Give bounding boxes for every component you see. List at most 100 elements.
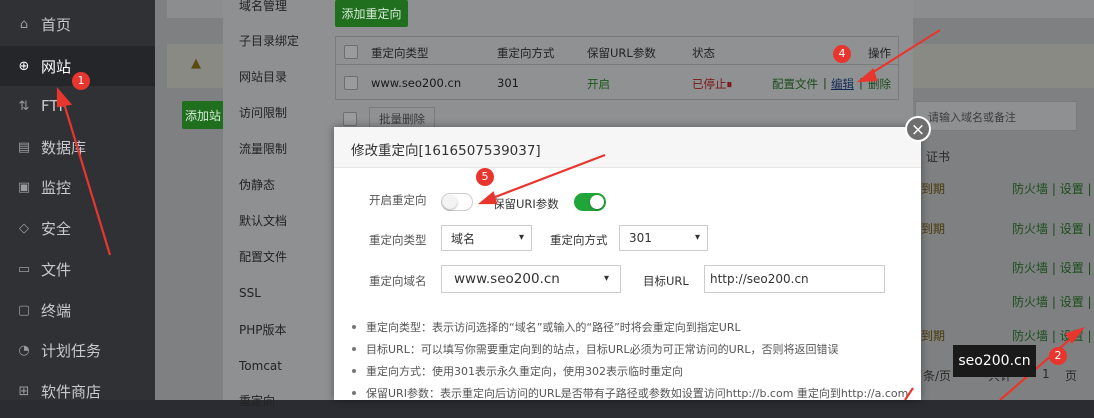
row-method: 301 (497, 76, 519, 90)
nav-item-label: 监控 (41, 178, 72, 197)
row-delete-link[interactable]: 删除 (868, 76, 891, 92)
submenu-php[interactable]: PHP版本 (223, 311, 319, 347)
col-header: 操作 (868, 46, 891, 60)
tip-item: 重定向方式：使用301表示永久重定向，使用302表示临时重定向 (366, 365, 683, 378)
col-header: 状态 (692, 46, 715, 60)
row-actions[interactable]: 防火墙 | 设置 | (1012, 293, 1092, 310)
nav-item-database[interactable]: ▤ 数据库 (0, 127, 155, 167)
row-config-link[interactable]: 配置文件 (772, 76, 818, 92)
clock-icon: ◔ (18, 342, 30, 358)
nav-item-cron[interactable]: ◔ 计划任务 (0, 330, 155, 370)
home-icon: ⌂ (19, 16, 29, 32)
row-keep-params: 开启 (587, 77, 610, 91)
submenu-domain[interactable]: 域名管理 (223, 0, 319, 23)
nav-item-label: 终端 (41, 301, 72, 320)
target-url-label: 目标URL (643, 274, 689, 288)
folder-icon: ▭ (17, 261, 31, 277)
tip-item: 重定向类型：表示访问选择的“域名”或输入的“路径”时将会重定向到指定URL (366, 321, 741, 334)
annotation-badge-1: 1 (72, 72, 90, 90)
site-settings-menu: 域名管理 子目录绑定 网站目录 访问限制 流量限制 伪静态 默认文档 配置文件 … (223, 0, 319, 408)
submenu-default-doc[interactable]: 默认文档 (223, 202, 319, 238)
add-site-button[interactable]: 添加站 (182, 101, 224, 129)
nav-item-label: FTP (41, 97, 68, 115)
row-status: 到期 (921, 222, 946, 236)
annotation-badge-4: 4 (833, 45, 851, 63)
target-url-input[interactable]: http://seo200.cn (704, 265, 885, 293)
select-all-checkbox[interactable] (344, 45, 358, 59)
sidebar-nav: ⌂ 首页 ⊕ 网站 ⇅ FTP ▤ 数据库 ▣ 监控 ◇ 安全 ▭ 文件 ▢ 终端 ◔ 计划任务 … (0, 0, 155, 401)
page-number[interactable]: 1 (1042, 367, 1050, 381)
row-actions[interactable]: 防火墙 | 设置 | (1012, 180, 1092, 197)
edit-redirect-modal: 修改重定向[1616507539037] (334, 127, 921, 400)
close-icon[interactable]: × (905, 116, 931, 142)
nav-item-ftp[interactable]: ⇅ FTP (0, 86, 155, 126)
redirect-domain-select[interactable]: www.seo200.cn ▾ (441, 265, 621, 293)
caret-down-icon: ▾ (603, 273, 609, 284)
tip-item: 目标URL：可以填写你需要重定向到的站点，目标URL必须为可正常访问的URL，否… (366, 343, 839, 356)
row-status: 到期 (921, 329, 946, 343)
row-edit-link[interactable]: 编辑 (831, 76, 854, 92)
row-status: 到期 (921, 182, 946, 196)
submenu-rewrite[interactable]: 伪静态 (223, 166, 319, 202)
page-size: 条/页 (923, 369, 952, 383)
monitor-icon: ▣ (17, 179, 31, 195)
database-icon: ▤ (17, 139, 31, 155)
nav-item-label: 软件商店 (41, 382, 102, 401)
modal-header: 修改重定向[1616507539037] (334, 127, 921, 168)
nav-item-label: 计划任务 (41, 341, 102, 360)
submenu-redirect[interactable]: 重定向 (223, 382, 319, 418)
chevron-down-icon: ▾ (694, 232, 700, 243)
col-header: 保留URL参数 (587, 46, 656, 60)
watermark: seo200.cn (953, 345, 1036, 377)
row-actions[interactable]: 防火墙 | 设置 | (1012, 220, 1092, 237)
chevron-down-icon: ▾ (518, 232, 524, 243)
annotation-badge-5: 5 (476, 168, 494, 186)
nav-item-files[interactable]: ▭ 文件 (0, 249, 155, 289)
pause-icon: ⏸ (726, 77, 733, 91)
nav-item-monitor[interactable]: ▣ 监控 (0, 167, 155, 207)
shield-icon: ◇ (19, 220, 29, 236)
apps-icon: ⊞ (18, 383, 30, 399)
nav-item-store[interactable]: ⊞ 软件商店 (0, 371, 155, 411)
nav-item-label: 安全 (41, 219, 72, 238)
submenu-subdir[interactable]: 子目录绑定 (223, 22, 319, 58)
nav-item-home[interactable]: ⌂ 首页 (0, 4, 155, 44)
nav-item-terminal[interactable]: ▢ 终端 (0, 290, 155, 330)
redirect-domain-label: 重定向域名 (369, 274, 427, 288)
nav-item-security[interactable]: ◇ 安全 (0, 208, 155, 248)
batch-checkbox[interactable] (343, 112, 357, 126)
submenu-tomcat[interactable]: Tomcat (223, 348, 319, 384)
row-actions[interactable]: 防火墙 | 设置 | (1012, 259, 1092, 276)
submenu-config[interactable]: 配置文件 (223, 238, 319, 274)
submenu-access-limit[interactable]: 访问限制 (223, 94, 319, 130)
col-header: 重定向方式 (497, 46, 555, 60)
nav-item-label: 网站 (41, 57, 72, 76)
keep-uri-label: 保留URI参数 (493, 197, 559, 211)
cert-column-header: 证书 (926, 150, 951, 164)
row-actions[interactable]: 防火墙 | 设置 | (1012, 327, 1092, 344)
ftp-icon: ⇅ (18, 98, 30, 114)
row-checkbox[interactable] (344, 76, 358, 90)
nav-item-label: 文件 (41, 260, 72, 279)
annotation-badge-2: 2 (1049, 347, 1067, 365)
redirect-method-select[interactable]: 301 ▾ (619, 225, 708, 251)
keep-uri-toggle[interactable] (574, 193, 606, 211)
submenu-traffic-limit[interactable]: 流量限制 (223, 130, 319, 166)
search-input-placeholder[interactable]: 请输入域名或备注 (928, 109, 1016, 125)
redirect-type-select[interactable]: 域名 ▾ (441, 225, 532, 251)
terminal-icon: ▢ (17, 302, 31, 318)
redirect-method-label: 重定向方式 (550, 233, 608, 247)
redirect-type-label: 重定向类型 (369, 233, 427, 247)
tip-item: 保留URI参数：表示重定向后访问的URL是否带有子路径或参数如设置访问http:… (366, 387, 909, 400)
page-label: 页 (1065, 369, 1078, 383)
globe-icon: ⊕ (18, 58, 30, 74)
row-status[interactable]: 已停止⏸ (692, 76, 732, 92)
nav-item-label: 数据库 (41, 138, 87, 157)
submenu-site-dir[interactable]: 网站目录 (223, 58, 319, 94)
submenu-ssl[interactable]: SSL (223, 275, 319, 311)
add-redirect-button[interactable]: 添加重定向 (335, 0, 408, 27)
warning-icon: ▲ (191, 56, 201, 71)
enable-redirect-toggle[interactable] (441, 193, 473, 211)
row-type: www.seo200.cn (371, 76, 462, 90)
nav-item-label: 首页 (41, 15, 72, 34)
